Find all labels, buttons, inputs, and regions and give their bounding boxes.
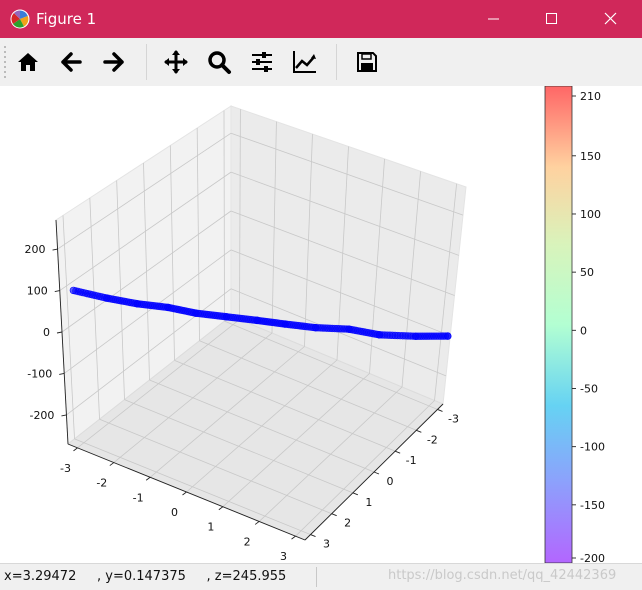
z-tick-label: -100: [27, 367, 52, 380]
z-tick-label: -200: [29, 409, 54, 422]
x-tick: [255, 521, 259, 524]
colorbar-tick-label: -50: [580, 382, 598, 395]
colorbar-tick-label: 100: [580, 208, 601, 221]
back-button[interactable]: [55, 46, 87, 78]
colorbar-ticks: 210 150 100 50 0 -50 -100 -150 -200: [572, 90, 605, 563]
navigation-toolbar: [0, 38, 642, 87]
z-tick-label: 100: [27, 285, 48, 298]
forward-arrow-icon: [98, 46, 130, 78]
scatter-point: [193, 310, 200, 317]
colorbar-tick-label: 210: [580, 90, 601, 103]
y-tick-label: 2: [344, 517, 351, 530]
colorbar-tick-label: 0: [580, 324, 587, 337]
edit-axes-curve-icon: [289, 46, 321, 78]
close-button[interactable]: [588, 0, 634, 38]
z-tick: [57, 332, 62, 333]
x-tick: [292, 536, 296, 539]
minimize-button[interactable]: [470, 0, 516, 38]
x-tick-label: 1: [207, 521, 214, 534]
y-tick-label: -1: [406, 454, 417, 467]
x-tick-label: -1: [133, 491, 144, 504]
y-tick-label: 1: [365, 496, 372, 509]
y-tick-label: 0: [387, 475, 394, 488]
x-tick: [219, 507, 223, 510]
z-tick-label: 0: [43, 326, 50, 339]
matplotlib-icon: [10, 9, 30, 29]
scatter-point: [376, 331, 383, 338]
forward-button[interactable]: [98, 46, 130, 78]
maximize-icon: [528, 0, 574, 38]
x-tick-label: -3: [60, 462, 71, 475]
window-title: Figure 1: [36, 10, 96, 28]
x-tick-label: 2: [244, 535, 251, 548]
y-tick-label: 3: [323, 538, 330, 551]
edit-axes-button[interactable]: [289, 46, 321, 78]
back-arrow-icon: [55, 46, 87, 78]
colorbar: [545, 86, 572, 563]
close-icon: [588, 0, 634, 38]
scatter-point: [70, 287, 77, 294]
y-tick: [353, 493, 358, 495]
save-floppy-icon: [351, 46, 383, 78]
scatter-point: [103, 295, 110, 302]
z-tick-label: 200: [25, 243, 46, 256]
y-tick: [416, 430, 421, 432]
x-tick: [183, 492, 187, 495]
y-tick: [395, 451, 400, 453]
y-tick: [332, 514, 337, 516]
scatter-point: [223, 313, 230, 320]
y-tick-label: -2: [427, 433, 438, 446]
scatter-point: [134, 300, 141, 307]
scatter-point: [346, 326, 353, 333]
title-bar: Figure 1: [0, 0, 642, 38]
cursor-coordinates: x=3.29472 , y=0.147375 , z=245.955: [4, 569, 286, 584]
minimize-icon: [470, 0, 516, 38]
zoom-button[interactable]: [203, 46, 235, 78]
x-tick: [73, 448, 77, 451]
pan-move-icon: [160, 46, 192, 78]
subplots-button[interactable]: [246, 46, 278, 78]
plot-3d-axes[interactable]: -3-2-101233210-1-2-3-200-1000100200 2101…: [0, 86, 642, 563]
figure-canvas[interactable]: -3-2-101233210-1-2-3-200-1000100200 2101…: [0, 86, 642, 563]
colorbar-tick-label: -150: [580, 499, 605, 512]
colorbar-tick-label: 150: [580, 150, 601, 163]
scatter-point: [444, 333, 451, 340]
colorbar-tick-label: 50: [580, 266, 594, 279]
y-tick: [374, 472, 379, 474]
x-tick-label: -2: [96, 477, 107, 490]
toolbar-separator: [146, 44, 147, 80]
maximize-button[interactable]: [528, 0, 574, 38]
pan-button[interactable]: [160, 46, 192, 78]
x-tick-label: 0: [171, 506, 178, 519]
subplots-sliders-icon: [246, 46, 278, 78]
y-tick: [311, 535, 316, 537]
z-tick: [61, 415, 66, 416]
scatter-point: [412, 333, 419, 340]
y-tick-label: -3: [448, 412, 459, 425]
colorbar-tick-label: -200: [580, 552, 605, 563]
x-tick-label: 3: [280, 550, 287, 563]
toolbar-separator: [336, 44, 337, 80]
toolbar-grip-icon: [3, 44, 7, 80]
save-button[interactable]: [351, 46, 383, 78]
z-tick: [59, 373, 64, 374]
z-tick: [53, 249, 58, 250]
y-tick: [437, 409, 442, 411]
scatter-point: [165, 304, 172, 311]
home-icon: [12, 46, 44, 78]
scatter-point: [312, 324, 319, 331]
scatter-point: [254, 317, 261, 324]
status-bar: x=3.29472 , y=0.147375 , z=245.955 https…: [0, 563, 642, 590]
z-tick: [55, 291, 60, 292]
x-tick: [146, 477, 150, 480]
zoom-magnifier-icon: [203, 46, 235, 78]
colorbar-tick-label: -100: [580, 441, 605, 454]
x-tick: [110, 463, 114, 466]
scatter-point: [282, 321, 289, 328]
home-button[interactable]: [12, 46, 44, 78]
watermark-text: https://blog.csdn.net/qq_42442369: [388, 568, 616, 583]
status-separator: [316, 567, 317, 587]
